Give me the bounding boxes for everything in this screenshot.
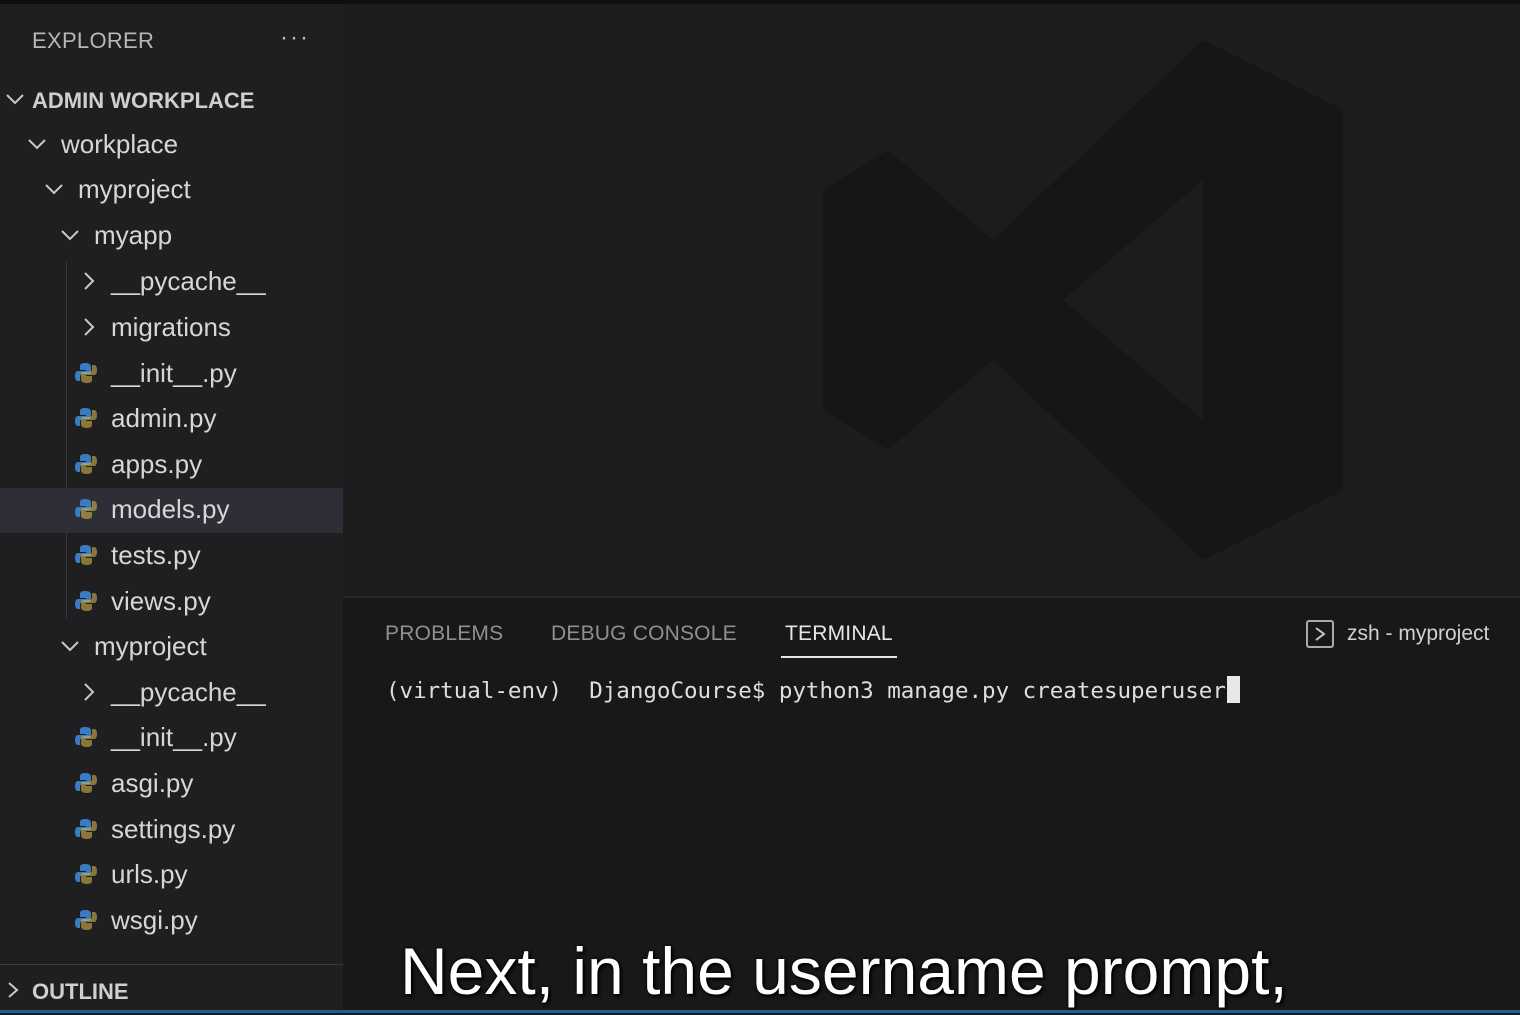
tree-item-label: myapp <box>94 220 173 250</box>
tree-item-label: views.py <box>111 586 211 616</box>
tree-item-label: ADMIN WORKPLACE <box>32 88 255 113</box>
tree-item-label: __pycache__ <box>111 677 266 707</box>
python-file-icon <box>74 817 98 841</box>
file-item[interactable]: admin.py <box>0 397 343 442</box>
folder-item[interactable]: __pycache__ <box>0 671 343 716</box>
more-actions-icon[interactable]: ··· <box>280 24 310 52</box>
python-file-icon <box>74 862 98 886</box>
file-item[interactable]: models.py <box>0 488 343 533</box>
tree-item-label: models.py <box>111 494 230 524</box>
editor-area <box>343 4 1520 596</box>
outline-label: OUTLINE <box>32 979 129 1004</box>
tab-problems[interactable]: PROBLEMS <box>385 622 503 646</box>
folder-item[interactable]: myapp <box>0 214 343 259</box>
explorer-title: EXPLORER <box>32 28 155 53</box>
tree-item-label: migrations <box>111 312 231 342</box>
folder-item[interactable]: __pycache__ <box>0 260 343 305</box>
file-item[interactable]: views.py <box>0 580 343 625</box>
chevron-down-icon <box>59 635 81 657</box>
chevron-right-icon <box>78 316 100 338</box>
file-item[interactable]: __init__.py <box>0 352 343 397</box>
file-item[interactable]: urls.py <box>0 853 343 898</box>
python-file-icon <box>74 406 98 430</box>
python-file-icon <box>74 908 98 932</box>
terminal-output[interactable]: (virtual-env) DjangoCourse$ python3 mana… <box>386 676 1240 704</box>
chevron-right-icon <box>2 979 24 1001</box>
file-item[interactable]: wsgi.py <box>0 899 343 944</box>
terminal-icon[interactable] <box>1306 620 1334 648</box>
python-file-icon <box>74 497 98 521</box>
python-file-icon <box>74 452 98 476</box>
tree-item-label: admin.py <box>111 403 217 433</box>
folder-item[interactable]: workplace <box>0 123 343 168</box>
chevron-down-icon <box>4 88 26 110</box>
python-file-icon <box>74 771 98 795</box>
tree-item-label: __init__.py <box>111 722 237 752</box>
terminal-cursor <box>1226 676 1240 703</box>
workspace-section[interactable]: ADMIN WORKPLACE <box>0 78 343 123</box>
python-file-icon <box>74 361 98 385</box>
tree-item-label: apps.py <box>111 449 203 479</box>
explorer-sidebar: EXPLORER ··· ADMIN WORKPLACE workplace myp… <box>0 4 343 1013</box>
tree-item-label: urls.py <box>111 859 188 889</box>
vscode-logo-watermark-icon <box>823 40 1343 560</box>
file-item[interactable]: asgi.py <box>0 762 343 807</box>
python-file-icon <box>74 725 98 749</box>
file-item[interactable]: tests.py <box>0 534 343 579</box>
chevron-down-icon <box>26 133 48 155</box>
chevron-right-icon <box>78 270 100 292</box>
python-file-icon <box>74 543 98 567</box>
tab-terminal[interactable]: TERMINAL <box>785 622 893 646</box>
tree-item-label: __pycache__ <box>111 266 266 296</box>
chevron-down-icon <box>59 224 81 246</box>
chevron-down-icon <box>43 178 65 200</box>
folder-item[interactable]: myproject <box>0 168 343 213</box>
tree-item-label: asgi.py <box>111 768 194 798</box>
terminal-session-name[interactable]: zsh - myproject <box>1347 622 1489 646</box>
chevron-right-icon <box>78 681 100 703</box>
python-file-icon <box>74 589 98 613</box>
file-item[interactable]: __init__.py <box>0 716 343 761</box>
tree-item-label: settings.py <box>111 814 236 844</box>
file-item[interactable]: settings.py <box>0 808 343 853</box>
active-tab-indicator <box>781 656 897 658</box>
folder-item[interactable]: migrations <box>0 306 343 351</box>
outline-section[interactable]: OUTLINE <box>0 964 343 1013</box>
tree-item-label: myproject <box>78 174 191 204</box>
tree-item-label: workplace <box>61 129 179 159</box>
tree-item-label: myproject <box>94 631 207 661</box>
tree-item-label: wsgi.py <box>111 905 198 935</box>
tab-debug-console[interactable]: DEBUG CONSOLE <box>551 622 737 646</box>
folder-item[interactable]: myproject <box>0 625 343 670</box>
file-item[interactable]: apps.py <box>0 443 343 488</box>
tree-item-label: tests.py <box>111 540 201 570</box>
tree-item-label: __init__.py <box>111 358 237 388</box>
video-caption: Next, in the username prompt, <box>400 934 1288 1008</box>
terminal-command-line: (virtual-env) DjangoCourse$ python3 mana… <box>386 678 1226 704</box>
